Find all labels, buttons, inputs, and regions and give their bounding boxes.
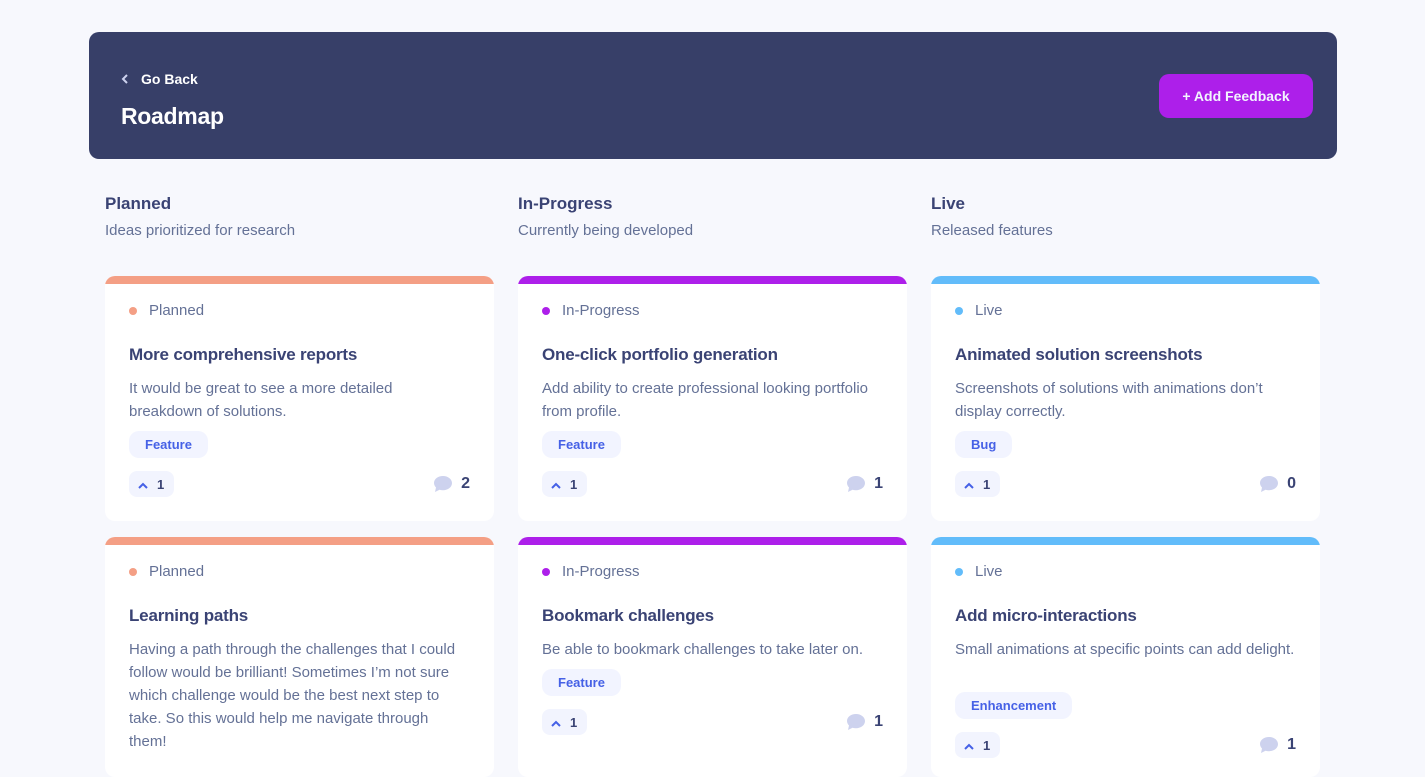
comment-count: 2 <box>434 471 470 497</box>
chevron-up-icon <box>551 715 561 730</box>
status-label: In-Progress <box>562 563 640 580</box>
column-header-planned: Planned Ideas prioritized for research <box>105 193 495 239</box>
status-dot-icon <box>955 567 963 576</box>
card-description: Having a path through the challenges tha… <box>129 641 456 750</box>
status-dot-icon <box>129 567 137 576</box>
category-tag[interactable]: Enhancement <box>955 692 1073 719</box>
comment-bubble-icon <box>1260 737 1279 753</box>
add-feedback-button[interactable]: + Add Feedback <box>1159 74 1313 118</box>
card-description: Be able to bookmark challenges to take l… <box>542 641 864 658</box>
card-status: Planned <box>129 563 204 580</box>
comment-bubble-icon <box>1260 476 1279 492</box>
go-back-label: Go Back <box>141 71 198 87</box>
upvote-button[interactable]: 1 <box>955 732 1001 758</box>
upvote-button[interactable]: 1 <box>542 471 588 497</box>
card-title[interactable]: Bookmark challenges <box>542 606 887 626</box>
status-bar <box>518 537 907 545</box>
column-header-in-progress: In-Progress Currently being developed <box>518 193 908 239</box>
chevron-up-icon <box>138 477 148 492</box>
upvote-count: 1 <box>983 737 991 753</box>
upvote-count: 1 <box>570 476 578 492</box>
go-back-link[interactable]: Go Back <box>121 70 198 88</box>
comment-number: 1 <box>874 475 883 492</box>
card-description: Small animations at specific points can … <box>955 641 1295 658</box>
card-status: In-Progress <box>542 563 640 580</box>
upvote-button[interactable]: 1 <box>542 709 588 735</box>
comment-count: 1 <box>847 709 883 735</box>
comment-number: 0 <box>1287 475 1296 492</box>
upvote-count: 1 <box>983 476 991 492</box>
status-label: Live <box>975 302 1003 319</box>
status-dot-icon <box>542 567 550 576</box>
card-description: Screenshots of solutions with animations… <box>955 380 1263 420</box>
roadmap-card[interactable]: Live Add micro-interactions Small animat… <box>931 537 1320 777</box>
comment-count: 0 <box>1260 471 1296 497</box>
status-dot-icon <box>955 306 963 315</box>
chevron-left-icon <box>121 74 128 84</box>
card-status: In-Progress <box>542 302 640 319</box>
status-label: Planned <box>149 302 205 319</box>
chevron-up-icon <box>964 738 974 753</box>
status-dot-icon <box>542 306 550 315</box>
page-title: Roadmap <box>121 103 224 129</box>
category-tag[interactable]: Feature <box>129 431 208 458</box>
comment-number: 2 <box>461 475 470 492</box>
card-title[interactable]: Add micro-interactions <box>955 606 1300 626</box>
comment-count: 1 <box>1260 732 1296 758</box>
roadmap-card[interactable]: Planned Learning paths Having a path thr… <box>105 537 494 777</box>
category-tag[interactable]: Feature <box>542 669 621 696</box>
upvote-count: 1 <box>570 714 578 730</box>
chevron-up-icon <box>964 477 974 492</box>
chevron-up-icon <box>551 477 561 492</box>
status-bar <box>518 276 907 284</box>
status-label: Planned <box>149 563 205 580</box>
upvote-button[interactable]: 1 <box>129 471 175 497</box>
roadmap-card[interactable]: In-Progress Bookmark challenges Be able … <box>518 537 907 777</box>
card-title[interactable]: Animated solution screenshots <box>955 345 1300 365</box>
roadmap-card[interactable]: Live Animated solution screenshots Scree… <box>931 276 1320 521</box>
status-bar <box>931 276 1320 284</box>
column-title: Planned <box>105 194 172 213</box>
upvote-count: 1 <box>157 476 165 492</box>
column-subtitle: Released features <box>931 222 1053 239</box>
roadmap-header: Go Back Roadmap + Add Feedback <box>89 32 1337 159</box>
category-tag[interactable]: Feature <box>542 431 621 458</box>
card-description: Add ability to create professional looki… <box>542 380 869 420</box>
comment-bubble-icon <box>847 714 866 730</box>
status-bar <box>931 537 1320 545</box>
comment-bubble-icon <box>434 476 453 492</box>
comment-number: 1 <box>1287 736 1296 753</box>
comment-bubble-icon <box>847 476 866 492</box>
status-bar <box>105 537 494 545</box>
card-status: Live <box>955 302 1003 319</box>
status-label: In-Progress <box>562 302 640 319</box>
card-title[interactable]: More comprehensive reports <box>129 345 474 365</box>
column-title: In-Progress <box>518 194 613 213</box>
category-tag[interactable]: Bug <box>955 431 1013 458</box>
comment-number: 1 <box>874 713 883 730</box>
column-header-live: Live Released features <box>931 193 1321 239</box>
card-title[interactable]: Learning paths <box>129 606 474 626</box>
roadmap-card[interactable]: Planned More comprehensive reports It wo… <box>105 276 494 521</box>
status-bar <box>105 276 494 284</box>
status-dot-icon <box>129 306 137 315</box>
upvote-button[interactable]: 1 <box>955 471 1001 497</box>
column-subtitle: Ideas prioritized for research <box>105 222 296 239</box>
status-label: Live <box>975 563 1003 580</box>
card-description: It would be great to see a more detailed… <box>129 380 393 420</box>
column-subtitle: Currently being developed <box>518 222 694 239</box>
comment-count: 1 <box>847 471 883 497</box>
card-status: Planned <box>129 302 204 319</box>
card-status: Live <box>955 563 1003 580</box>
card-title[interactable]: One-click portfolio generation <box>542 345 887 365</box>
column-title: Live <box>931 194 966 213</box>
roadmap-card[interactable]: In-Progress One-click portfolio generati… <box>518 276 907 521</box>
